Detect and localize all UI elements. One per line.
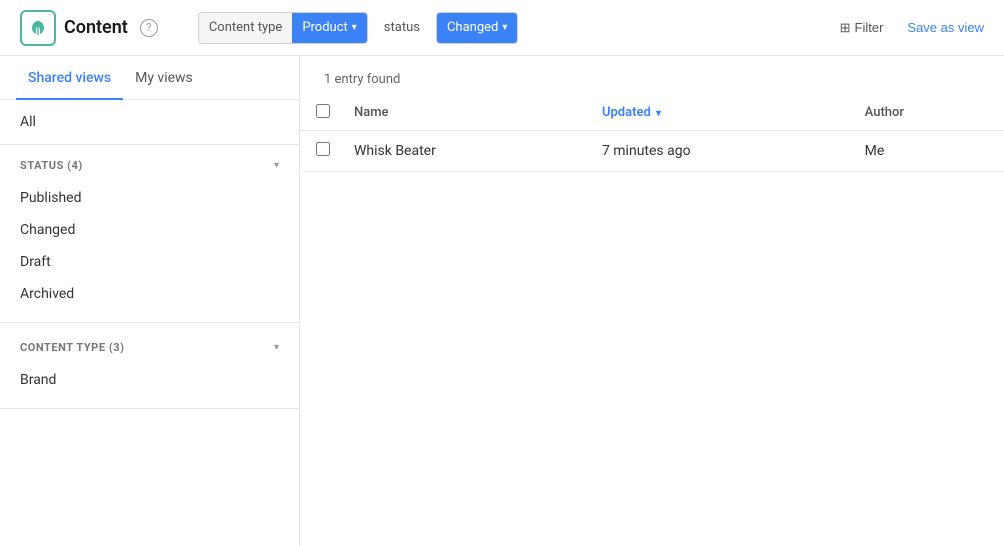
entry-count: 1 entry found	[300, 56, 1004, 95]
content-type-chevron-icon: ▾	[352, 22, 357, 33]
content-area: 1 entry found Name Updated ▾ Author	[300, 56, 1004, 546]
row-name[interactable]: Whisk Beater	[338, 131, 586, 172]
sidebar-section-status: STATUS (4) ▾ Published Changed Draft Arc…	[0, 145, 299, 318]
header-actions: ⊞ Filter Save as view	[832, 16, 984, 40]
main-layout: Shared views My views All STATUS (4) ▾ P…	[0, 56, 1004, 546]
sidebar-tabs: Shared views My views	[0, 56, 299, 100]
sidebar-item-draft[interactable]: Draft	[0, 246, 299, 278]
app-logo-icon	[20, 10, 56, 46]
row-checkbox-cell[interactable]	[300, 131, 338, 172]
sidebar-item-changed[interactable]: Changed	[0, 214, 299, 246]
status-chevron-icon: ▾	[502, 22, 507, 33]
sidebar-section-content-type-items: Brand	[0, 364, 299, 404]
sidebar-section-status-items: Published Changed Draft Archived	[0, 182, 299, 318]
tab-shared-views[interactable]: Shared views	[16, 56, 123, 100]
sidebar-section-status-title: STATUS (4)	[20, 159, 83, 172]
filter-bar: Content type Product ▾ status Changed ▾	[198, 12, 832, 44]
sidebar-item-brand[interactable]: Brand	[0, 364, 299, 396]
content-type-filter[interactable]: Content type Product ▾	[198, 12, 368, 44]
content-type-section-chevron-icon: ▾	[274, 342, 279, 353]
sidebar-section-content-type: CONTENT TYPE (3) ▾ Brand	[0, 327, 299, 404]
filter-icon: ⊞	[840, 20, 851, 36]
sidebar-section-content-type-header[interactable]: CONTENT TYPE (3) ▾	[0, 327, 299, 364]
status-label: status	[374, 12, 430, 44]
select-all-checkbox[interactable]	[316, 104, 330, 118]
sidebar-item-archived[interactable]: Archived	[0, 278, 299, 310]
filter-button[interactable]: ⊞ Filter	[832, 16, 892, 40]
row-checkbox[interactable]	[316, 142, 330, 156]
table-body: Whisk Beater 7 minutes ago Me	[300, 131, 1004, 172]
status-section-chevron-icon: ▾	[274, 160, 279, 171]
sidebar: Shared views My views All STATUS (4) ▾ P…	[0, 56, 300, 546]
column-name: Name	[338, 95, 586, 131]
table-row: Whisk Beater 7 minutes ago Me	[300, 131, 1004, 172]
help-icon[interactable]: ?	[140, 19, 158, 37]
status-filter[interactable]: Changed ▾	[436, 12, 518, 44]
column-updated[interactable]: Updated ▾	[586, 95, 849, 131]
content-type-label: Content type	[199, 13, 292, 43]
sidebar-section-content-type-title: CONTENT TYPE (3)	[20, 341, 125, 354]
sidebar-item-published[interactable]: Published	[0, 182, 299, 214]
app-title: Content	[64, 17, 128, 38]
select-all-header[interactable]	[300, 95, 338, 131]
app-header: Content ? Content type Product ▾ status …	[0, 0, 1004, 56]
content-type-value[interactable]: Product ▾	[292, 13, 366, 43]
row-updated: 7 minutes ago	[586, 131, 849, 172]
row-author: Me	[849, 131, 1004, 172]
sort-icon: ▾	[656, 108, 661, 119]
status-value[interactable]: Changed ▾	[437, 13, 517, 43]
sidebar-section-status-header[interactable]: STATUS (4) ▾	[0, 145, 299, 182]
sidebar-divider-1	[0, 322, 299, 323]
logo-area: Content ?	[20, 10, 158, 46]
tab-my-views[interactable]: My views	[123, 56, 205, 100]
sidebar-divider-2	[0, 408, 299, 409]
column-author: Author	[849, 95, 1004, 131]
table-header: Name Updated ▾ Author	[300, 95, 1004, 131]
sidebar-item-all[interactable]: All	[0, 100, 299, 145]
save-as-view-button[interactable]: Save as view	[907, 20, 984, 35]
content-table: Name Updated ▾ Author Whisk Beat	[300, 95, 1004, 172]
